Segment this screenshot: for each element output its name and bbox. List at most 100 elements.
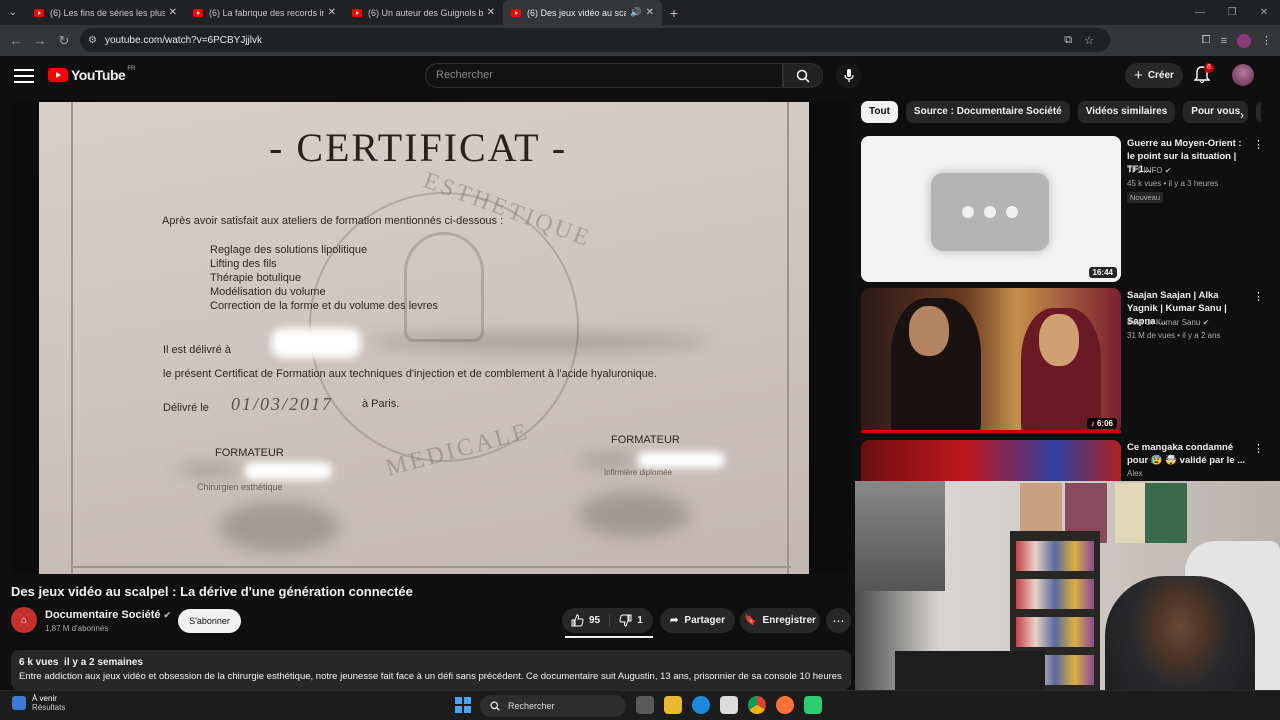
- related-video-title[interactable]: Ce mangaka condamné pour 😰 🤯 validé par …: [1127, 441, 1249, 467]
- windows-start-icon[interactable]: [455, 697, 471, 713]
- task-view-icon[interactable]: [636, 696, 654, 714]
- chrome-icon[interactable]: [748, 696, 766, 714]
- url-text[interactable]: youtube.com/watch?v=6PCBYJjjlvk: [105, 35, 262, 46]
- profile-icon[interactable]: [1237, 33, 1251, 48]
- like-count: 95: [588, 615, 601, 626]
- notifications-button[interactable]: 6: [1193, 63, 1214, 86]
- related-thumbnail[interactable]: [861, 440, 1121, 482]
- close-tab-icon[interactable]: ✕: [169, 7, 177, 18]
- media-icon[interactable]: ≡: [1221, 35, 1227, 47]
- browser-tab-active[interactable]: (6) Des jeux vidéo au scalpe 🔊 ✕: [503, 0, 662, 25]
- certificate-title: - CERTIFICAT -: [269, 125, 568, 170]
- channel-name[interactable]: Documentaire Société: [45, 609, 161, 621]
- tab-search-icon[interactable]: ⌄: [0, 0, 26, 25]
- list-item: Lifting des fils: [210, 258, 277, 270]
- chip-for-you[interactable]: Pour vous: [1183, 101, 1249, 123]
- delivered-to-label: Il est délivré à: [163, 344, 231, 356]
- video-player[interactable]: ESTHETIQUE MEDICALE - CERTIFICAT - Après…: [11, 102, 851, 574]
- description-box[interactable]: 6 k vues il y a 2 semaines Entre addicti…: [11, 650, 851, 690]
- edge-icon[interactable]: [692, 696, 710, 714]
- verified-icon: ✔: [163, 610, 172, 620]
- tab-title: (6) La fabrique des records imp: [209, 7, 324, 18]
- create-button[interactable]: + Créer: [1125, 63, 1183, 88]
- more-actions-icon[interactable]: ⋯: [826, 608, 851, 633]
- share-button[interactable]: ➦ Partager: [660, 608, 735, 633]
- related-channel[interactable]: Alex: [1127, 469, 1143, 478]
- forward-icon[interactable]: →: [28, 33, 52, 48]
- chip-source[interactable]: Source : Documentaire Société: [905, 101, 1070, 123]
- search-icon: [796, 69, 810, 83]
- speaker-icon[interactable]: 🔊: [630, 7, 641, 18]
- list-item: Correction de la forme et du volume des …: [210, 300, 439, 312]
- subscribe-button[interactable]: S'abonner: [178, 609, 241, 633]
- app-icon[interactable]: [804, 696, 822, 714]
- verified-icon: ✔: [1164, 166, 1172, 175]
- omnibox[interactable]: ⚙ youtube.com/watch?v=6PCBYJjjlvk ⧉ ☆: [80, 28, 1110, 52]
- extensions-icon[interactable]: ⧠: [1202, 34, 1211, 47]
- bookmark-star-icon[interactable]: ☆: [1084, 34, 1094, 47]
- more-options-icon[interactable]: ⋮: [1253, 442, 1264, 455]
- chevron-right-icon[interactable]: ›: [1240, 108, 1244, 122]
- plus-icon: +: [1134, 67, 1143, 84]
- new-tab-button[interactable]: +: [662, 5, 686, 21]
- like-button[interactable]: 95: [562, 614, 610, 627]
- placeholder-icon: [931, 173, 1049, 251]
- save-button[interactable]: 🔖 Enregistrer: [740, 608, 820, 633]
- back-icon[interactable]: ←: [4, 33, 28, 48]
- search-button[interactable]: [783, 63, 823, 88]
- browser-menu-icon[interactable]: ⋮: [1261, 34, 1272, 47]
- youtube-favicon-icon: [193, 8, 203, 17]
- close-window-icon[interactable]: ✕: [1248, 0, 1280, 25]
- menu-icon[interactable]: [14, 67, 34, 85]
- tab-title: (6) Les fins de séries les plus W: [50, 7, 165, 18]
- related-channel[interactable]: Best Of Kumar Sanu ✔: [1127, 318, 1209, 327]
- region-code: FR: [127, 66, 136, 72]
- browser-tab[interactable]: (6) Un auteur des Guignols balé ✕: [344, 0, 503, 25]
- windows-taskbar: À venir Résultats Rechercher: [0, 690, 1280, 720]
- more-options-icon[interactable]: ⋮: [1253, 138, 1264, 151]
- more-options-icon[interactable]: ⋮: [1253, 290, 1264, 303]
- redacted-trainer-right: [637, 452, 725, 468]
- close-tab-icon[interactable]: ✕: [328, 7, 336, 18]
- minimize-icon[interactable]: —: [1184, 0, 1216, 25]
- city-text: à Paris.: [362, 398, 400, 410]
- verified-icon: ✔: [1202, 318, 1210, 327]
- chip-similar[interactable]: Vidéos similaires: [1077, 101, 1176, 123]
- close-tab-icon[interactable]: ✕: [646, 7, 654, 18]
- restore-icon[interactable]: ❐: [1216, 0, 1248, 25]
- notification-badge: 6: [1204, 63, 1214, 73]
- youtube-header: YouTube FR Rechercher + Créer 6: [0, 56, 1280, 96]
- search-input[interactable]: Rechercher: [425, 63, 783, 88]
- youtube-logo[interactable]: YouTube FR: [48, 66, 136, 83]
- like-dislike-group: 95 1: [562, 608, 653, 633]
- channel-name-row[interactable]: Documentaire Société ✔: [45, 609, 171, 621]
- firefox-icon[interactable]: [776, 696, 794, 714]
- chip-all[interactable]: Tout: [861, 101, 898, 123]
- related-thumbnail[interactable]: ♪ 6:06: [861, 288, 1121, 433]
- cast-icon[interactable]: ⧉: [1064, 34, 1072, 47]
- related-channel[interactable]: TF1 INFO ✔: [1127, 166, 1172, 175]
- youtube-favicon-icon: [511, 8, 521, 17]
- voice-search-button[interactable]: [836, 63, 861, 88]
- list-item: Reglage des solutions lipolitique: [210, 244, 368, 256]
- account-avatar[interactable]: [1232, 64, 1254, 86]
- new-badge: Nouveau: [1127, 192, 1164, 203]
- taskbar-search[interactable]: Rechercher: [480, 695, 626, 717]
- site-info-icon[interactable]: ⚙: [88, 35, 97, 46]
- browser-tab[interactable]: (6) La fabrique des records imp ✕: [185, 0, 344, 25]
- reload-icon[interactable]: ↻: [52, 33, 76, 49]
- tab-title: (6) Un auteur des Guignols balé: [368, 7, 483, 18]
- address-bar-row: ← → ↻ ⚙ youtube.com/watch?v=6PCBYJjjlvk …: [0, 25, 1280, 56]
- logo-text: YouTube: [71, 67, 126, 83]
- store-icon[interactable]: [720, 696, 738, 714]
- related-thumbnail[interactable]: 16:44: [861, 136, 1121, 282]
- widgets-button[interactable]: À venir Résultats: [12, 694, 65, 712]
- file-explorer-icon[interactable]: [664, 696, 682, 714]
- watch-progress-bar: [861, 430, 1121, 433]
- chip-more[interactable]: Pu: [1256, 101, 1261, 123]
- channel-avatar[interactable]: ⌂: [11, 607, 37, 633]
- close-tab-icon[interactable]: ✕: [487, 7, 495, 18]
- video-duration: ♪ 6:06: [1086, 418, 1117, 429]
- dislike-button[interactable]: 1: [610, 614, 652, 627]
- browser-tab[interactable]: (6) Les fins de séries les plus W ✕: [26, 0, 185, 25]
